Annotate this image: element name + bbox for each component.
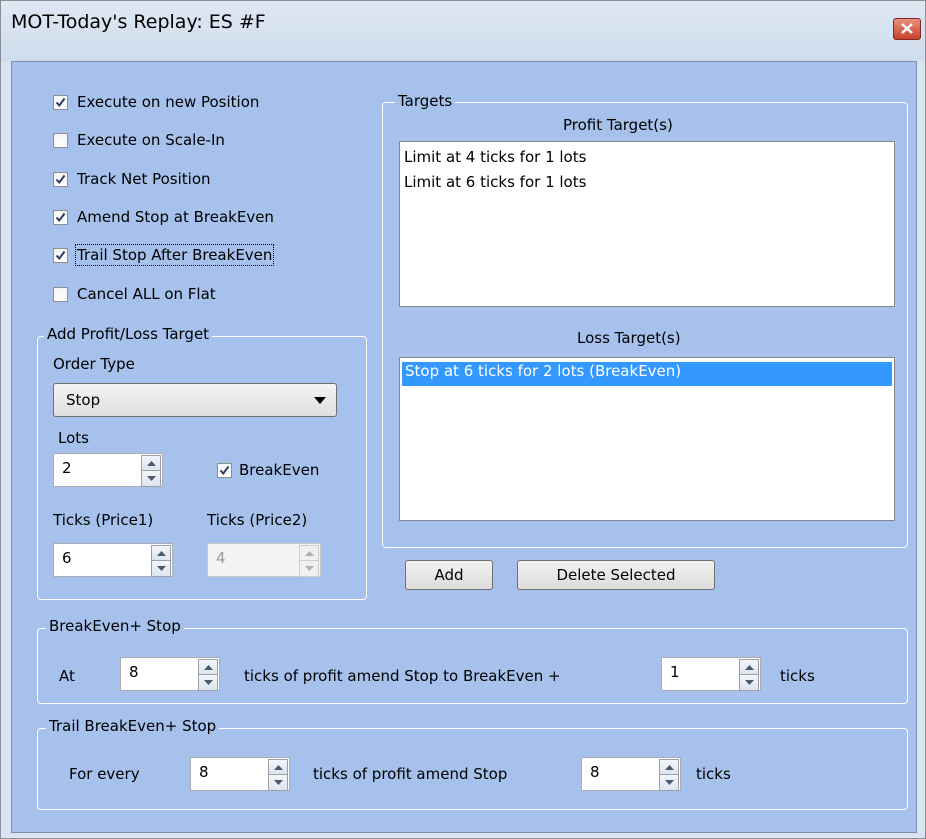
option-label: Track Net Position	[77, 170, 211, 188]
loss-targets-header: Loss Target(s)	[577, 329, 681, 347]
ticks-price1-label: Ticks (Price1)	[53, 511, 154, 529]
option-execute-scale-in[interactable]: Execute on Scale-In	[53, 131, 323, 153]
list-item-selected[interactable]: Stop at 6 ticks for 2 lots (BreakEven)	[402, 362, 892, 386]
close-button[interactable]	[893, 18, 921, 40]
spin-down-button[interactable]	[198, 674, 218, 691]
spin-down-button[interactable]	[141, 470, 161, 487]
option-label: Execute on Scale-In	[77, 131, 225, 149]
checkbox-execute-scale-in[interactable]	[53, 133, 68, 148]
check-icon	[55, 174, 66, 185]
lots-stepper[interactable]: 2	[53, 453, 163, 487]
dialog-client: Execute on new Position Execute on Scale…	[11, 61, 917, 833]
checkbox-trail-stop-after-breakeven[interactable]	[53, 248, 68, 263]
trail-ticks-value: 8	[199, 763, 209, 781]
check-icon	[55, 97, 66, 108]
breakeven-plus-stepper[interactable]: 1	[661, 657, 761, 691]
arrow-up-icon	[745, 665, 754, 670]
spin-down-button[interactable]	[739, 674, 759, 691]
option-track-net-position[interactable]: Track Net Position	[53, 170, 323, 192]
option-amend-stop-breakeven[interactable]: Amend Stop at BreakEven	[53, 208, 323, 230]
check-icon	[55, 250, 66, 261]
add-button[interactable]: Add	[405, 560, 493, 590]
check-icon	[219, 465, 230, 476]
arrow-down-icon	[274, 780, 283, 785]
order-type-label: Order Type	[53, 355, 135, 373]
window-title: MOT-Today's Replay: ES #F	[11, 11, 266, 33]
breakeven-middle-text: ticks of profit amend Stop to BreakEven …	[244, 667, 561, 685]
option-label: Trail Stop After BreakEven	[74, 244, 275, 266]
spin-down-button[interactable]	[151, 560, 171, 577]
breakeven-ticks-stepper[interactable]: 8	[120, 657, 220, 691]
profit-targets-list[interactable]: Limit at 4 ticks for 1 lots Limit at 6 t…	[399, 141, 895, 307]
ticks-price2-label: Ticks (Price2)	[207, 511, 308, 529]
checkbox-breakeven[interactable]	[217, 463, 232, 478]
trail-stop-legend: Trail BreakEven+ Stop	[46, 717, 220, 735]
breakeven-stop-legend: BreakEven+ Stop	[46, 617, 184, 635]
title-bar[interactable]: MOT-Today's Replay: ES #F	[1, 1, 925, 61]
profit-targets-header: Profit Target(s)	[563, 116, 673, 134]
arrow-down-icon	[204, 680, 213, 685]
arrow-up-icon	[665, 765, 674, 770]
at-label: At	[59, 667, 75, 685]
breakeven-end-text: ticks	[780, 667, 815, 685]
order-type-dropdown[interactable]: Stop	[53, 383, 337, 417]
breakeven-plus-value: 1	[670, 663, 680, 681]
arrow-down-icon	[305, 566, 314, 571]
spin-down-button[interactable]	[268, 774, 288, 791]
checkbox-execute-new-position[interactable]	[53, 95, 68, 110]
trail-amend-value: 8	[590, 763, 600, 781]
arrow-down-icon	[745, 680, 754, 685]
option-label: Amend Stop at BreakEven	[77, 208, 274, 226]
option-cancel-all-on-flat[interactable]: Cancel ALL on Flat	[53, 285, 323, 307]
breakeven-option[interactable]: BreakEven	[217, 461, 357, 483]
lots-value: 2	[62, 459, 72, 477]
add-target-legend: Add Profit/Loss Target	[44, 325, 213, 343]
arrow-up-icon	[274, 765, 283, 770]
checkbox-track-net-position[interactable]	[53, 172, 68, 187]
arrow-up-icon	[204, 665, 213, 670]
option-execute-new-position[interactable]: Execute on new Position	[53, 93, 323, 115]
arrow-up-icon	[157, 551, 166, 556]
targets-legend: Targets	[395, 92, 456, 110]
spin-down-button	[299, 560, 319, 577]
spin-down-button[interactable]	[659, 774, 679, 791]
order-type-value: Stop	[66, 391, 101, 409]
arrow-down-icon	[665, 780, 674, 785]
close-icon	[901, 23, 913, 34]
arrow-up-icon	[305, 551, 314, 556]
option-trail-stop-after-breakeven[interactable]: Trail Stop After BreakEven	[53, 244, 343, 268]
chevron-down-icon	[314, 397, 326, 404]
delete-selected-button[interactable]: Delete Selected	[517, 560, 715, 590]
option-label: Execute on new Position	[77, 93, 260, 111]
ticks-price2-value: 4	[216, 549, 226, 567]
breakeven-ticks-value: 8	[129, 663, 139, 681]
checkbox-cancel-all-on-flat[interactable]	[53, 287, 68, 302]
ticks-price1-value: 6	[62, 549, 72, 567]
option-label: Cancel ALL on Flat	[77, 285, 216, 303]
trail-amend-stepper[interactable]: 8	[581, 757, 681, 791]
list-item[interactable]: Limit at 4 ticks for 1 lots	[404, 148, 586, 166]
arrow-down-icon	[147, 476, 156, 481]
ticks-price2-stepper: 4	[207, 543, 321, 577]
arrow-up-icon	[147, 461, 156, 466]
list-item[interactable]: Limit at 6 ticks for 1 lots	[404, 173, 586, 191]
trail-ticks-stepper[interactable]: 8	[190, 757, 290, 791]
check-icon	[55, 212, 66, 223]
checkbox-amend-stop-breakeven[interactable]	[53, 210, 68, 225]
ticks-price1-stepper[interactable]: 6	[53, 543, 173, 577]
for-every-label: For every	[69, 765, 140, 783]
trail-middle-text: ticks of profit amend Stop	[313, 765, 508, 783]
loss-targets-list[interactable]: Stop at 6 ticks for 2 lots (BreakEven)	[399, 357, 895, 521]
lots-label: Lots	[58, 429, 89, 447]
dialog-window: MOT-Today's Replay: ES #F Execute on new…	[0, 0, 926, 839]
breakeven-label: BreakEven	[239, 461, 320, 479]
trail-end-text: ticks	[696, 765, 731, 783]
arrow-down-icon	[157, 566, 166, 571]
